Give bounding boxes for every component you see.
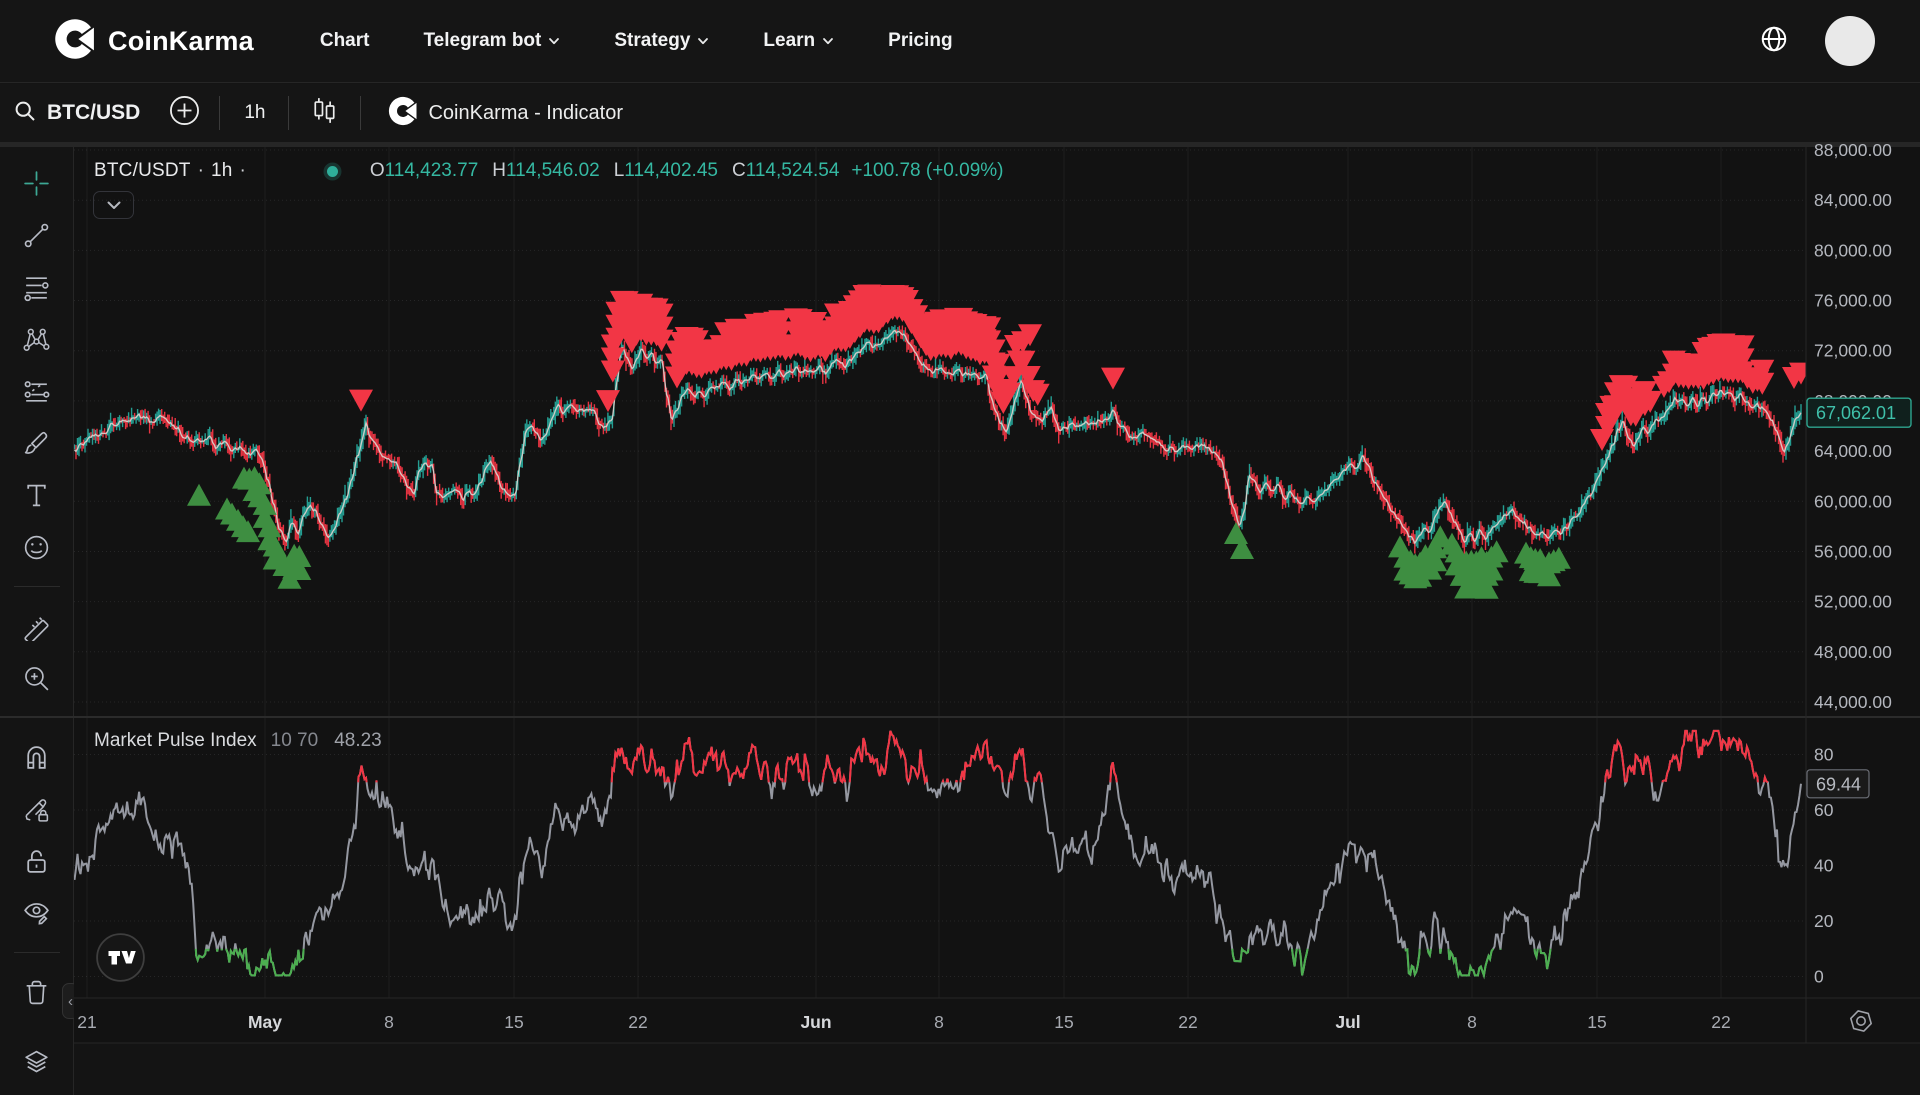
- indicator-params: 10 70: [271, 730, 319, 752]
- low-label: L: [614, 160, 625, 182]
- ohlc-values: O114,423.77 H114,546.02 L114,402.45 C114…: [370, 160, 840, 182]
- time-axis-label: May: [248, 1012, 282, 1032]
- coinkarma-app: CoinKarma ChartTelegram bot Strategy Lea…: [0, 0, 1920, 1095]
- legend-sep: ·: [198, 160, 204, 182]
- svg-text:69.44: 69.44: [1816, 774, 1861, 794]
- price-axis-label: 76,000.00: [1814, 291, 1892, 311]
- chevron-down-icon: [107, 201, 121, 210]
- open-label: O: [370, 160, 385, 182]
- low-value: 114,402.45: [624, 160, 718, 182]
- open-value: 114,423.77: [385, 160, 479, 182]
- high-label: H: [492, 160, 506, 182]
- time-axis-label: 21: [77, 1012, 96, 1032]
- price-legend: BTC/USDT · 1h · O114,423.77 H114,546.02 …: [94, 160, 1004, 182]
- price-axis-label: 52,000.00: [1814, 592, 1892, 612]
- mpi-axis-label: 60: [1814, 800, 1834, 820]
- time-axis-label: 8: [384, 1012, 394, 1032]
- legend-collapse-button[interactable]: [93, 191, 134, 219]
- mpi-axis-label: 80: [1814, 745, 1834, 765]
- price-axis-label: 72,000.00: [1814, 341, 1892, 361]
- time-axis-label: 15: [504, 1012, 523, 1032]
- legend-interval: 1h: [211, 160, 233, 182]
- legend-symbol[interactable]: BTC/USDT: [94, 160, 191, 182]
- price-axis-label: 84,000.00: [1814, 190, 1892, 210]
- price-axis-label: 88,000.00: [1814, 140, 1892, 160]
- indicator-value: 48.23: [334, 730, 382, 752]
- close-value: 114,524.54: [746, 160, 840, 182]
- time-axis-label: 15: [1054, 1012, 1073, 1032]
- indicator-legend[interactable]: Market Pulse Index 10 70 48.23: [94, 730, 382, 752]
- indicator-title: Market Pulse Index: [94, 730, 257, 752]
- series-status-dot: [327, 166, 338, 177]
- price-axis-label: 60,000.00: [1814, 491, 1892, 511]
- mpi-axis-label: 20: [1814, 911, 1834, 931]
- svg-text:67,062.01: 67,062.01: [1816, 403, 1896, 423]
- close-label: C: [732, 160, 746, 182]
- mpi-last-value-label: 69.44: [1807, 770, 1869, 798]
- mpi-axis-label: 40: [1814, 856, 1834, 876]
- time-axis-label: 22: [1178, 1012, 1197, 1032]
- time-axis-label: 22: [1711, 1012, 1730, 1032]
- last-price-label: 67,062.01: [1807, 398, 1911, 427]
- change-value: +100.78 (+0.09%): [851, 160, 1003, 182]
- legend-sep: ·: [239, 160, 245, 182]
- time-axis-label: 22: [628, 1012, 647, 1032]
- time-axis-label: Jul: [1335, 1012, 1360, 1032]
- price-axis-label: 48,000.00: [1814, 642, 1892, 662]
- tradingview-logo[interactable]: [96, 933, 145, 982]
- high-value: 114,546.02: [506, 160, 600, 182]
- time-axis-label: Jun: [800, 1012, 831, 1032]
- mpi-axis-label: 0: [1814, 967, 1824, 987]
- price-axis-label: 56,000.00: [1814, 542, 1892, 562]
- price-axis-label: 64,000.00: [1814, 441, 1892, 461]
- time-axis-label: 8: [1467, 1012, 1477, 1032]
- time-axis-label: 15: [1587, 1012, 1606, 1032]
- price-axis-label: 44,000.00: [1814, 692, 1892, 712]
- price-axis-label: 80,000.00: [1814, 240, 1892, 260]
- time-axis-label: 8: [934, 1012, 944, 1032]
